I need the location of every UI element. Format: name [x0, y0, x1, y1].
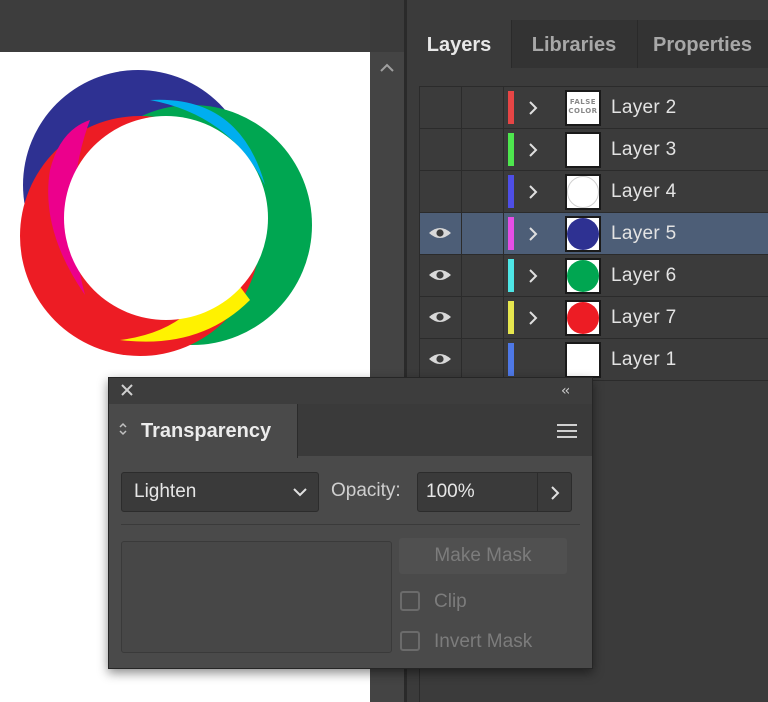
lock-toggle[interactable] [462, 129, 504, 170]
visibility-toggle[interactable] [420, 87, 462, 128]
color-ring-artwork[interactable] [0, 52, 370, 382]
panel-title: Transparency [141, 420, 272, 442]
layer-row[interactable]: Layer 4 [420, 170, 768, 212]
chevron-right-icon[interactable] [526, 267, 540, 285]
chevron-right-icon[interactable] [526, 225, 540, 243]
visibility-toggle[interactable] [420, 213, 462, 254]
layer-name[interactable]: Layer 6 [611, 255, 676, 296]
lock-toggle[interactable] [462, 87, 504, 128]
thumbnail-circle [567, 176, 599, 208]
layer-thumbnail [565, 258, 601, 294]
lock-toggle[interactable] [462, 213, 504, 254]
clip-label: Clip [434, 591, 467, 612]
layer-color-bar [508, 133, 514, 166]
eye-icon [429, 354, 451, 364]
layer-color-bar [508, 301, 514, 334]
thumbnail-text: FALSE COLOR [568, 98, 598, 115]
chevron-right-icon[interactable] [526, 99, 540, 117]
lock-toggle[interactable] [462, 297, 504, 338]
tab-layers[interactable]: Layers [407, 20, 512, 68]
chevron-down-icon [293, 488, 307, 497]
layer-row[interactable]: Layer 1 [420, 338, 768, 381]
collapse-panel-icon[interactable]: ‹‹ [561, 383, 570, 399]
lock-toggle[interactable] [462, 339, 504, 380]
panel-menu-icon[interactable] [556, 423, 578, 439]
center-hole [64, 116, 268, 320]
visibility-toggle[interactable] [420, 255, 462, 296]
layer-color-bar [508, 175, 514, 208]
chevron-right-icon[interactable] [526, 309, 540, 327]
invert-mask-label: Invert Mask [434, 631, 533, 652]
opacity-field[interactable]: 100% [417, 472, 572, 512]
layer-thumbnail: FALSE COLOR [565, 90, 601, 126]
layer-thumbnail [565, 216, 601, 252]
clip-checkbox[interactable] [400, 591, 420, 611]
layer-list: FALSE COLOR Layer 2 Layer 3 Layer 4 Laye… [419, 86, 768, 381]
lock-toggle[interactable] [462, 255, 504, 296]
layer-thumbnail [565, 132, 601, 168]
thumbnail-circle [567, 218, 599, 250]
close-icon[interactable] [119, 382, 135, 398]
chevron-right-icon[interactable] [526, 183, 540, 201]
blend-mode-value: Lighten [134, 481, 197, 502]
chevron-right-icon[interactable] [526, 141, 540, 159]
layer-name[interactable]: Layer 4 [611, 171, 676, 212]
layer-thumbnail [565, 174, 601, 210]
chevron-up-icon[interactable] [379, 60, 395, 76]
layer-color-bar [508, 343, 514, 376]
layer-row[interactable]: Layer 5 [420, 212, 768, 254]
chevron-right-icon [551, 486, 560, 500]
eye-icon [429, 228, 451, 238]
opacity-label: Opacity: [331, 480, 401, 501]
layer-row[interactable]: Layer 6 [420, 254, 768, 296]
layer-thumbnail [565, 300, 601, 336]
visibility-toggle[interactable] [420, 129, 462, 170]
visibility-toggle[interactable] [420, 171, 462, 212]
layer-color-bar [508, 91, 514, 124]
opacity-value[interactable]: 100% [426, 473, 475, 511]
mask-thumbnail-area [121, 541, 392, 653]
panel-tab-row: Transparency [109, 404, 592, 458]
layer-name[interactable]: Layer 3 [611, 129, 676, 170]
blend-mode-select[interactable]: Lighten [121, 472, 319, 512]
tab-options-icon[interactable] [118, 421, 128, 440]
thumbnail-circle [567, 260, 599, 292]
visibility-toggle[interactable] [420, 339, 462, 380]
tab-transparency[interactable]: Transparency [109, 404, 298, 458]
layer-color-bar [508, 259, 514, 292]
layer-row[interactable]: Layer 7 [420, 296, 768, 338]
lock-toggle[interactable] [462, 171, 504, 212]
layer-row[interactable]: Layer 3 [420, 128, 768, 170]
tab-libraries[interactable]: Libraries [511, 20, 638, 68]
panel-title-bar[interactable]: ‹‹ [109, 378, 592, 404]
invert-mask-checkbox[interactable] [400, 631, 420, 651]
document-top-bar [0, 0, 370, 52]
layer-name[interactable]: Layer 5 [611, 213, 676, 254]
opacity-slider-button[interactable] [537, 473, 572, 511]
layer-thumbnail [565, 342, 601, 378]
thumbnail-circle [567, 302, 599, 334]
layer-name[interactable]: Layer 1 [611, 339, 676, 380]
panel-tab-bar: Layers Libraries Properties [407, 20, 768, 68]
visibility-toggle[interactable] [420, 297, 462, 338]
transparency-panel: ‹‹ Transparency Lighten Opacity: 100% Ma… [108, 377, 593, 669]
eye-icon [429, 270, 451, 280]
layer-name[interactable]: Layer 7 [611, 297, 676, 338]
layer-name[interactable]: Layer 2 [611, 87, 676, 128]
make-mask-button[interactable]: Make Mask [399, 538, 567, 574]
divider [121, 524, 580, 525]
layer-color-bar [508, 217, 514, 250]
layer-row[interactable]: FALSE COLOR Layer 2 [420, 86, 768, 128]
tab-properties[interactable]: Properties [637, 20, 768, 68]
eye-icon [429, 312, 451, 322]
